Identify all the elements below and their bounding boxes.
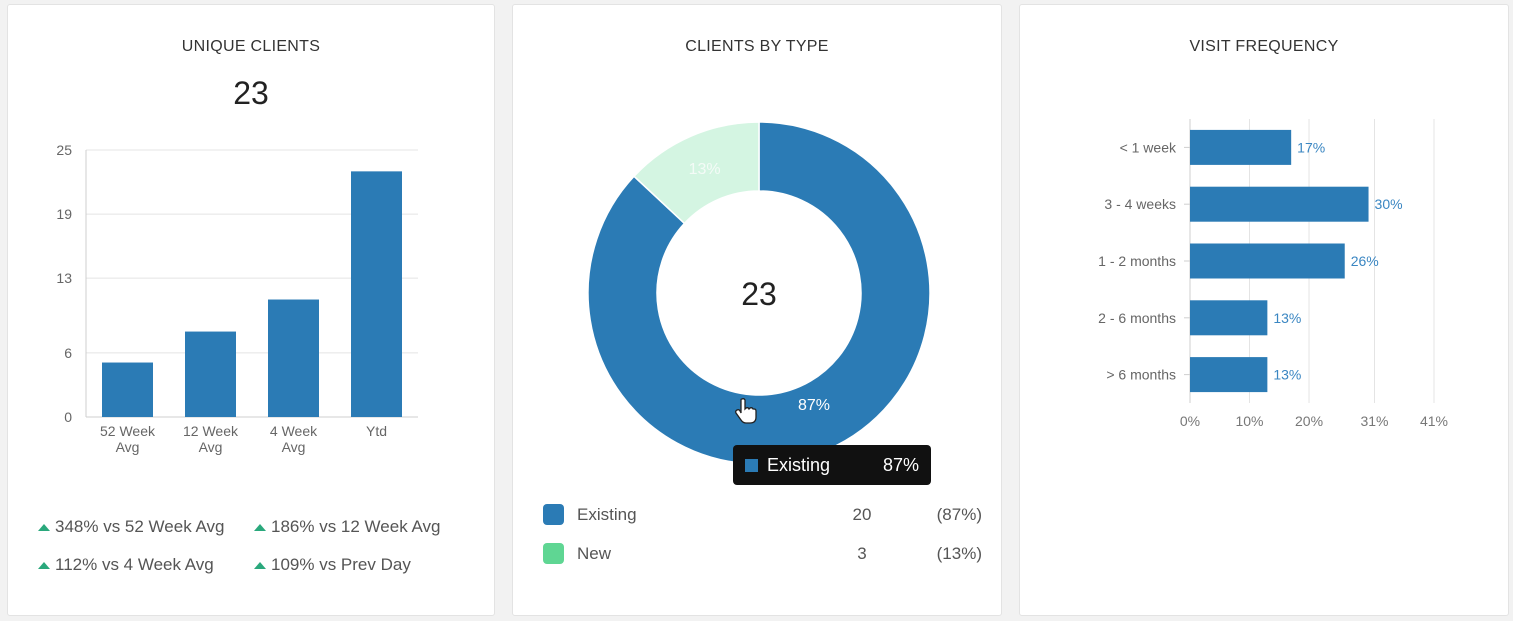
- unique-clients-bar-chart: 0613192552 Week Avg12 Week Avg4 Week AvgYtd: [56, 142, 418, 455]
- up-triangle-icon: [38, 523, 50, 531]
- bar: [1190, 357, 1268, 393]
- y-tick-label: 6: [64, 345, 72, 361]
- unique-clients-title: UNIQUE CLIENTS: [181, 38, 321, 55]
- x-tick-label: 20%: [1295, 413, 1323, 429]
- x-tick-label: 4 Week Avg: [270, 423, 318, 455]
- x-tick-label: 0%: [1180, 413, 1200, 429]
- x-tick-label: 10%: [1235, 413, 1263, 429]
- up-triangle-icon: [254, 523, 266, 531]
- visit-frequency-bar-chart: 0% 10% 20% 31% 41% < 1 week 17% 3 - 4 weeks 30% 1…: [1098, 119, 1448, 429]
- legend-item-new[interactable]: New 3 (13%): [543, 534, 983, 573]
- y-tick-label: 3 - 4 weeks: [1104, 196, 1176, 212]
- x-tick-label: 52 Week Avg: [100, 423, 156, 455]
- legend-label: New: [577, 543, 612, 563]
- tooltip-label: Existing: [767, 454, 831, 475]
- y-tick-label: 25: [56, 142, 72, 158]
- x-tick-label-line: Avg: [116, 439, 140, 455]
- x-tick-label-line: 52 Week: [100, 423, 156, 439]
- legend-percent: (13%): [936, 543, 982, 563]
- slice-tooltip: Existing 87%: [733, 445, 931, 485]
- x-tick-label-line: Avg: [282, 439, 306, 455]
- x-tick-label-line: 12 Week: [183, 423, 239, 439]
- x-tick-label-line: 4 Week: [270, 423, 318, 439]
- visit-frequency-card: VISIT FREQUENCY 0% 10% 20% 31% 41% < 1 week 17…: [1019, 4, 1509, 616]
- x-tick-label: 31%: [1360, 413, 1388, 429]
- tooltip-value: 87%: [882, 454, 919, 475]
- visit-frequency-title: VISIT FREQUENCY: [1189, 38, 1339, 55]
- y-tick-label: 2 - 6 months: [1098, 310, 1176, 326]
- bar-value-label: 30%: [1375, 196, 1403, 212]
- tooltip-swatch: [745, 458, 758, 472]
- bar-value-label: 13%: [1273, 310, 1301, 326]
- unique-clients-total: 23: [233, 75, 269, 111]
- y-tick-label: 13: [56, 270, 72, 286]
- x-tick-label: 12 Week Avg: [183, 423, 239, 455]
- bar-value-label: 17%: [1297, 139, 1325, 155]
- bar: [268, 299, 319, 417]
- x-tick-label: Ytd: [366, 423, 387, 439]
- bar: [185, 331, 236, 417]
- legend-swatch: [543, 543, 564, 564]
- bar-value-label: 13%: [1273, 367, 1301, 383]
- comparison-item: 112% vs 4 Week Avg: [38, 555, 254, 575]
- clients-by-type-donut-chart: 87% 13% 23: [587, 121, 931, 465]
- y-tick-label: 1 - 2 months: [1098, 253, 1176, 269]
- legend-count: 20: [852, 504, 872, 524]
- bar: [1190, 186, 1369, 222]
- clients-by-type-title: CLIENTS BY TYPE: [685, 38, 829, 55]
- y-tick-label: 0: [64, 409, 72, 425]
- bar: [102, 362, 153, 417]
- comparison-item: 186% vs 12 Week Avg: [254, 517, 474, 537]
- up-triangle-icon: [38, 561, 50, 569]
- bar-value-label: 26%: [1351, 253, 1379, 269]
- donut-center-value: 23: [741, 276, 777, 312]
- hand-pointer-icon: [735, 398, 757, 424]
- comparison-item: 348% vs 52 Week Avg: [38, 517, 254, 537]
- bar: [351, 171, 402, 417]
- comparison-item: 109% vs Prev Day: [254, 555, 474, 575]
- bar: [1190, 243, 1345, 279]
- bar: [1190, 300, 1268, 336]
- slice-label: 13%: [689, 161, 721, 178]
- legend-percent: (87%): [936, 504, 982, 524]
- x-tick-label: 41%: [1420, 413, 1448, 429]
- y-tick-label: > 6 months: [1106, 367, 1176, 383]
- y-tick-label: < 1 week: [1120, 139, 1177, 155]
- up-triangle-icon: [254, 561, 266, 569]
- clients-by-type-card: CLIENTS BY TYPE 87% 13% 23 Existing 87% Ex…: [512, 4, 1002, 616]
- legend-label: Existing: [577, 504, 637, 524]
- unique-clients-card: UNIQUE CLIENTS 23 0 6 13 19 25 52 Week Avg 12 W…: [7, 4, 495, 616]
- legend-item-existing[interactable]: Existing 20 (87%): [543, 495, 983, 534]
- legend-swatch: [543, 504, 564, 525]
- slice-label: 87%: [798, 397, 830, 414]
- comparison-list: 348% vs 52 Week Avg 186% vs 12 Week Avg …: [38, 517, 478, 575]
- bar: [1190, 129, 1292, 165]
- x-tick-label-line: Ytd: [366, 423, 387, 439]
- y-tick-label: 19: [56, 206, 72, 222]
- x-tick-label-line: Avg: [199, 439, 223, 455]
- legend-count: 3: [857, 543, 867, 563]
- clients-by-type-legend: Existing 20 (87%) New 3 (13%): [543, 495, 983, 573]
